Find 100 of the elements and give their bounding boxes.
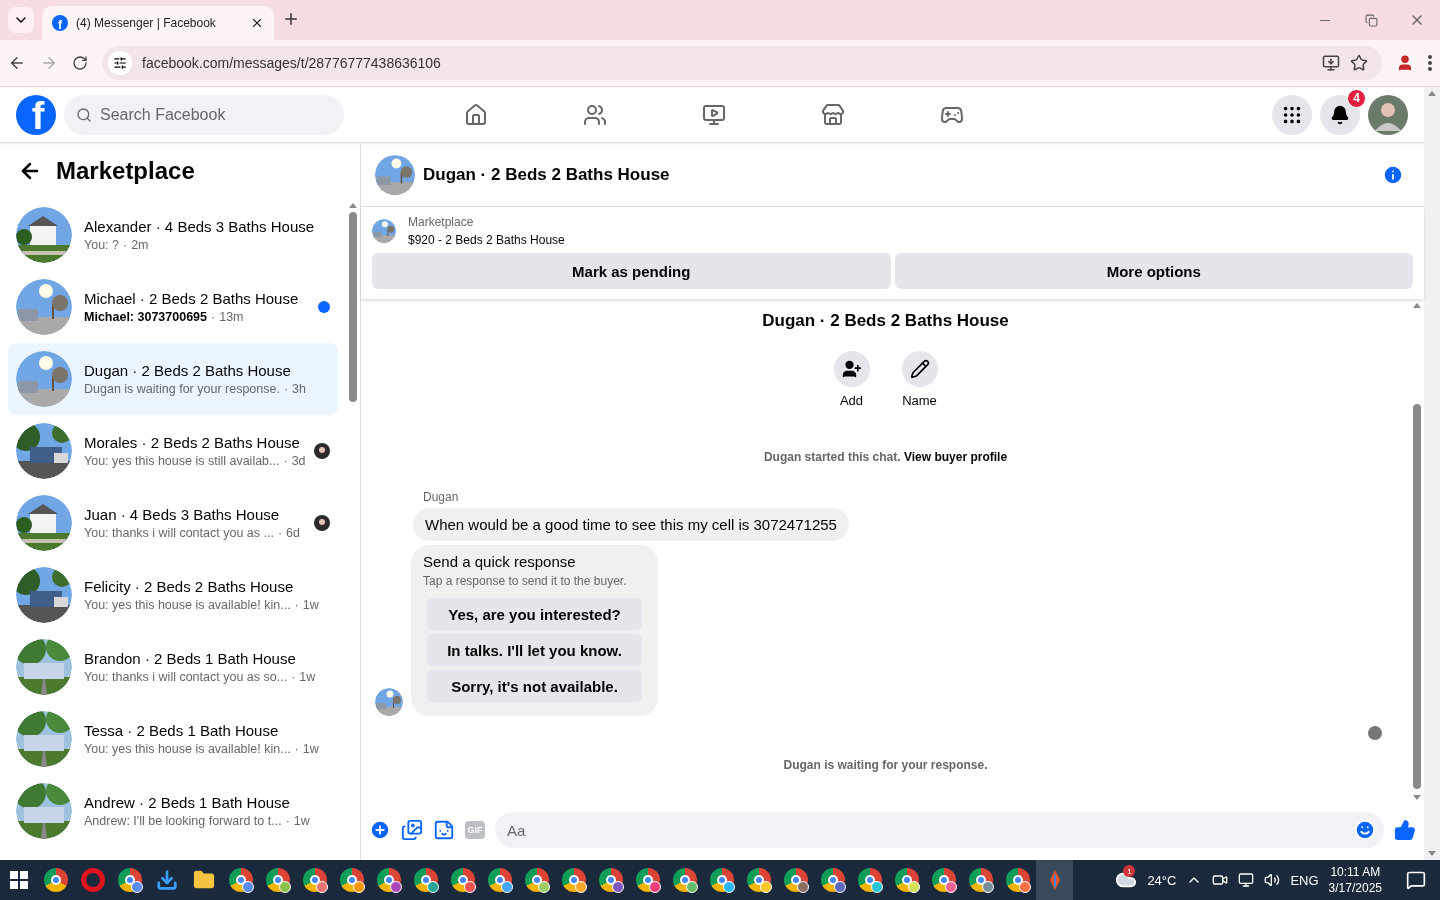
account-button[interactable] <box>1368 94 1408 135</box>
download-icon <box>155 869 178 891</box>
conversation-title: Dugan · 2 Beds 2 Baths House <box>84 362 292 379</box>
quick-response-button[interactable]: In talks. I'll let you know. <box>427 634 642 666</box>
forward-arrow-icon <box>40 54 58 72</box>
conversation-preview: You: yes this house is still availab... <box>84 454 280 468</box>
url-text: facebook.com/messages/t/28776777438636106 <box>142 55 442 71</box>
home-icon <box>463 102 488 127</box>
like-button[interactable] <box>1394 819 1416 841</box>
back-button[interactable] <box>8 54 26 72</box>
listing-action-button[interactable]: More options <box>894 253 1413 289</box>
address-bar[interactable]: facebook.com/messages/t/28776777438636106 <box>102 46 1382 80</box>
attach-photo-button[interactable] <box>401 819 423 841</box>
conversation-item[interactable]: Felicity · 2 Beds 2 Baths House You: yes this house is available! kin... · 1w <box>8 559 338 631</box>
separator-dot: · <box>283 454 288 468</box>
message-bubble: When would be a good time to see this my cell is 3072471255 <box>413 508 849 541</box>
emoji-icon[interactable] <box>1354 819 1376 841</box>
speaker-icon[interactable] <box>1264 872 1281 888</box>
minimize-icon <box>1320 19 1330 21</box>
conversation-item[interactable]: Alexander · 4 Beds 3 Baths House You: ? · 2m <box>8 199 338 271</box>
restore-icon <box>1364 13 1378 27</box>
conversation-preview: Andrew: I'll be looking forward to t... <box>84 814 282 828</box>
reload-button[interactable] <box>72 55 88 71</box>
message-input[interactable]: Aa <box>495 812 1384 848</box>
browser-menu-button[interactable] <box>1428 55 1432 71</box>
conversation-item[interactable]: Michael · 2 Beds 2 Baths House Michael: 3073700695 · 13m <box>8 271 338 343</box>
conversation-title: Juan · 4 Beds 3 Baths House <box>84 506 281 523</box>
conversation-title: Brandon · 2 Beds 1 Bath House <box>84 650 297 667</box>
conversation-item[interactable]: Dugan · 2 Beds 2 Baths House Dugan is waiting for your response. · 3h <box>8 343 338 415</box>
quick-response-subtitle: Tap a response to send it to the buyer. <box>423 574 628 588</box>
scrollbar-thumb[interactable] <box>1413 404 1421 789</box>
favicon: f <box>52 15 68 31</box>
pencil-icon <box>909 359 930 379</box>
conversation-item[interactable]: Juan · 4 Beds 3 Baths House You: thanks i will contact you as ... · 6d <box>8 487 338 559</box>
conversation-item[interactable]: Brandon · 2 Beds 1 Bath House You: thanks i will contact you as so... · 1w <box>8 631 338 703</box>
listing-summary: $920 - 2 Beds 2 Baths House <box>408 233 565 247</box>
star-icon <box>1350 54 1368 72</box>
close-tab-button[interactable] <box>250 16 264 30</box>
site-info-button[interactable] <box>108 51 132 75</box>
new-tab-button[interactable] <box>282 10 300 28</box>
info-button[interactable] <box>1382 163 1404 186</box>
conversation-title: Tessa · 2 Beds 1 Bath House <box>84 722 280 739</box>
profile-title: Dugan · 2 Beds 2 Baths House <box>761 311 1010 331</box>
network-icon[interactable] <box>1238 872 1255 888</box>
sticker-button[interactable] <box>433 819 455 841</box>
conversation-title: Morales · 2 Beds 2 Baths House <box>84 434 301 451</box>
facebook-logo[interactable]: f <box>16 94 56 135</box>
scrollbar-thumb[interactable] <box>349 212 357 402</box>
conversation-title: Andrew · 2 Beds 1 Bath House <box>84 794 291 811</box>
tab-search-button[interactable] <box>8 7 34 33</box>
conversation-title: Felicity · 2 Beds 2 Baths House <box>84 578 295 595</box>
conversation-item[interactable]: Tessa · 2 Beds 1 Bath House You: yes this house is available! kin... · 1w <box>8 703 338 775</box>
camera-icon[interactable] <box>1212 872 1229 888</box>
quick-response-title: Send a quick response <box>423 553 577 570</box>
separator-dot: · <box>123 238 128 252</box>
conversation-time: 1w <box>299 670 316 684</box>
view-buyer-profile-link[interactable]: View buyer profile <box>903 450 1008 464</box>
photos-icon <box>401 819 423 841</box>
clock[interactable]: 10:11 AM 3/17/2025 <box>1328 865 1382 895</box>
listing-action-button[interactable]: Mark as pending <box>372 253 891 289</box>
more-actions-button[interactable] <box>369 819 391 841</box>
person-icon <box>1396 54 1414 72</box>
separator-dot: · <box>283 382 289 396</box>
quick-response-button[interactable]: Yes, are you interested? <box>427 598 642 630</box>
plus-icon <box>369 819 391 841</box>
scroll-up-icon[interactable] <box>1428 91 1436 96</box>
conversation-time: 1w <box>302 742 319 756</box>
install-button[interactable] <box>1322 54 1340 72</box>
conversation-time: 3d <box>291 454 306 468</box>
quick-response-button[interactable]: Sorry, it's not available. <box>427 670 642 702</box>
menu-button[interactable] <box>1272 94 1312 135</box>
conversation-preview: You: yes this house is available! kin... <box>84 742 291 756</box>
windows-icon <box>9 871 28 889</box>
conversation-time: 1w <box>293 814 310 828</box>
language-indicator[interactable]: ENG <box>1290 872 1319 888</box>
separator-dot: · <box>294 598 299 612</box>
separator-dot: · <box>277 526 283 540</box>
thumbs-up-icon <box>1394 819 1416 841</box>
weather-badge: 1 <box>1123 865 1136 877</box>
scroll-up-icon[interactable] <box>349 203 357 208</box>
conversation-item[interactable]: Andrew · 2 Beds 1 Bath House Andrew: I'll be looking forward to t... · 1w <box>8 775 338 847</box>
profile-button[interactable] <box>1396 54 1414 72</box>
bell-icon <box>1330 104 1350 125</box>
browser-tab[interactable]: f (4) Messenger | Facebook <box>42 6 274 40</box>
conversation-preview: You: yes this house is available! kin... <box>84 598 291 612</box>
avatar-icon <box>1368 94 1408 135</box>
notifications-button[interactable] <box>1320 94 1360 135</box>
conversation-time: 6d <box>286 526 300 540</box>
video-icon <box>701 102 726 127</box>
bookmark-button[interactable] <box>1350 54 1368 72</box>
conversation-time: 3h <box>292 382 306 396</box>
chat-started-note: Dugan started this chat. View buyer profile <box>762 450 1009 464</box>
conversation-time: 2m <box>131 238 149 252</box>
listing-source: Marketplace <box>408 215 475 229</box>
notification-center-icon[interactable] <box>1406 870 1426 890</box>
search-field[interactable]: Search Facebook <box>64 94 344 135</box>
conversation-item[interactable]: Morales · 2 Beds 2 Baths House You: yes this house is still availab... · 3d <box>8 415 338 487</box>
temperature: 24°C <box>1147 872 1177 888</box>
store-icon <box>820 102 845 127</box>
plus-icon <box>282 10 300 28</box>
